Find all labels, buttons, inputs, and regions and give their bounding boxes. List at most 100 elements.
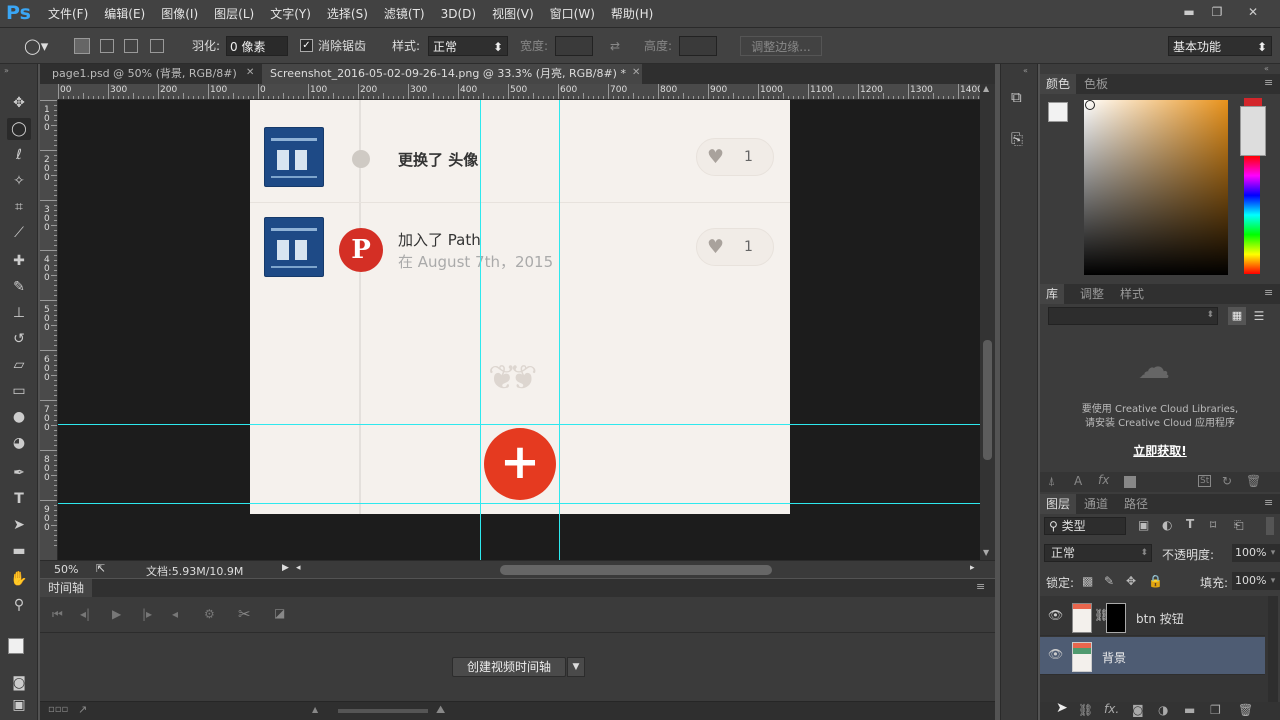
tab-styles[interactable]: 样式 [1114,284,1150,304]
close-tab-icon[interactable]: ✕ [632,67,640,78]
sync-icon[interactable]: ↻ [1222,474,1232,488]
audio-icon[interactable]: ◂ [172,607,178,621]
eraser-tool-icon[interactable]: ▱ [7,354,31,376]
tab-color[interactable]: 颜色 [1040,74,1077,94]
layer-row[interactable]: 👁 ⛓ btn 按钮 [1040,598,1265,636]
width-input[interactable] [555,36,593,56]
settings-gear-icon[interactable]: ⚙ [204,607,215,621]
menu-item[interactable]: 图像(I) [153,0,206,28]
frames-icon[interactable]: ▫▫▫ [48,704,68,715]
restore-button[interactable]: ❐ [1204,3,1230,21]
color-field[interactable] [1084,100,1228,275]
tab-page1[interactable]: page1.psd @ 50% (背景, RGB/8#) [44,64,262,84]
blur-tool-icon[interactable]: ● [7,406,31,428]
tab-layers[interactable]: 图层 [1040,494,1077,514]
height-input[interactable] [679,36,717,56]
dodge-tool-icon[interactable]: ◕ [7,432,31,454]
filter-pixel-icon[interactable]: ▣ [1138,518,1149,532]
play-icon[interactable]: ▶ [112,607,121,621]
filter-toggle[interactable] [1266,517,1274,535]
color-options-icon[interactable] [1240,106,1266,156]
tab-paths[interactable]: 路径 [1118,494,1154,514]
rectangle-tool-icon[interactable]: ▬ [7,540,31,562]
panel-menu-icon[interactable]: ≡ [976,580,985,593]
scissors-icon[interactable]: ✂ [238,605,251,623]
fill-input[interactable]: 100% [1232,572,1266,590]
first-frame-icon[interactable]: ⏮ [52,607,63,622]
scroll-down-icon[interactable]: ▼ [983,548,989,557]
horizontal-scroll-thumb[interactable] [500,565,772,575]
swap-icon[interactable]: ⇄ [610,36,620,56]
collapse-icon[interactable]: « [1023,66,1028,75]
transition-icon[interactable]: ◪ [274,606,285,620]
menu-item[interactable]: 3D(D) [433,0,484,28]
lock-all-icon[interactable]: 🔒 [1148,574,1163,588]
vertical-scrollbar[interactable]: ▲ ▼ [980,84,995,560]
panel-menu-icon[interactable]: ≡ [1264,286,1273,299]
menu-item[interactable]: 窗口(W) [542,0,603,28]
scroll-right-icon[interactable]: ▸ [970,563,975,573]
properties-icon[interactable]: ⎘ [1011,130,1023,148]
zoom-in-icon[interactable]: ⛰ [436,703,445,717]
export-icon[interactable]: ⇱ [96,562,105,575]
close-tab-icon[interactable]: ✕ [246,67,254,78]
get-now-link[interactable]: 立即获取! [1040,442,1280,459]
prev-frame-icon[interactable]: ◂| [80,607,90,621]
move-tool-icon[interactable]: ✥ [7,92,31,114]
like-button[interactable]: ♥ 1 [696,228,774,266]
new-selection-icon[interactable] [74,38,90,54]
filter-adjustment-icon[interactable]: ◐ [1162,518,1172,532]
delete-icon[interactable]: 🗑 [1246,474,1261,488]
add-text-style-icon[interactable]: A [1074,474,1082,488]
guide-vertical[interactable] [559,100,560,560]
clone-stamp-tool-icon[interactable]: ⊥ [7,302,31,324]
layer-filter-select[interactable]: ⚲ 类型 [1044,517,1126,535]
add-mask-icon[interactable]: ◙ [1132,703,1144,717]
panel-menu-icon[interactable]: ≡ [1264,496,1273,509]
intersect-selection-icon[interactable] [150,39,164,53]
lock-position-icon[interactable]: ✥ [1126,574,1136,588]
collapse-icon[interactable]: » [4,66,9,75]
blend-mode-select[interactable]: 正常 ⬍ [1044,544,1152,562]
collapse-icon[interactable]: « [1264,64,1269,73]
menu-item[interactable]: 滤镜(T) [376,0,433,28]
foreground-swatch[interactable] [1048,102,1068,122]
magic-wand-tool-icon[interactable]: ✧ [7,170,31,192]
tab-library[interactable]: 库 [1040,284,1065,304]
timeline-title[interactable]: 时间轴 [40,579,93,597]
layers-scrollbar[interactable] [1268,596,1278,708]
ellipse-marquee-tool-icon[interactable]: ◯ [7,118,31,140]
layer-mask-thumbnail[interactable] [1106,603,1126,633]
filter-smart-object-icon[interactable]: ⎗ [1234,518,1244,533]
add-fab-button[interactable]: + [484,428,556,500]
guide-vertical[interactable] [480,100,481,560]
workspace-select[interactable]: 基本功能 ⬍ [1168,36,1272,56]
zoom-tool-icon[interactable]: ⚲ [7,594,31,616]
quick-mask-icon[interactable]: ◙ [7,672,31,694]
color-picker-cursor[interactable] [1085,100,1095,110]
menu-item[interactable]: 帮助(H) [603,0,661,28]
create-video-timeline-button[interactable]: 创建视频时间轴 [452,657,566,677]
stock-icon[interactable]: St [1198,475,1212,487]
adjustment-layer-icon[interactable]: ◑ [1158,703,1168,717]
menu-item[interactable]: 视图(V) [484,0,542,28]
new-group-icon[interactable]: ▬ [1184,703,1195,717]
ruler-origin[interactable] [40,84,58,100]
zoom-level[interactable]: 50% [54,563,78,576]
add-color-icon[interactable] [1124,476,1136,488]
visibility-eye-icon[interactable]: 👁 [1048,647,1063,661]
scroll-thumb[interactable] [983,340,992,460]
add-selection-icon[interactable] [100,39,114,53]
minimize-button[interactable]: ▬ [1176,3,1202,21]
like-button[interactable]: ♥ 1 [696,138,774,176]
convert-icon[interactable]: ↗ [78,703,87,716]
grid-view-icon[interactable]: ▦ [1228,307,1246,325]
status-menu-icon[interactable]: ▶ [282,563,289,573]
menu-item[interactable]: 文字(Y) [262,0,319,28]
panel-menu-icon[interactable]: ≡ [1264,76,1273,89]
menu-item[interactable]: 文件(F) [40,0,96,28]
menu-item[interactable]: 图层(L) [206,0,262,28]
add-layer-style-icon[interactable]: fx [1098,473,1109,487]
brush-tool-icon[interactable]: ✎ [7,276,31,298]
new-layer-icon[interactable]: ❐ [1210,703,1221,717]
